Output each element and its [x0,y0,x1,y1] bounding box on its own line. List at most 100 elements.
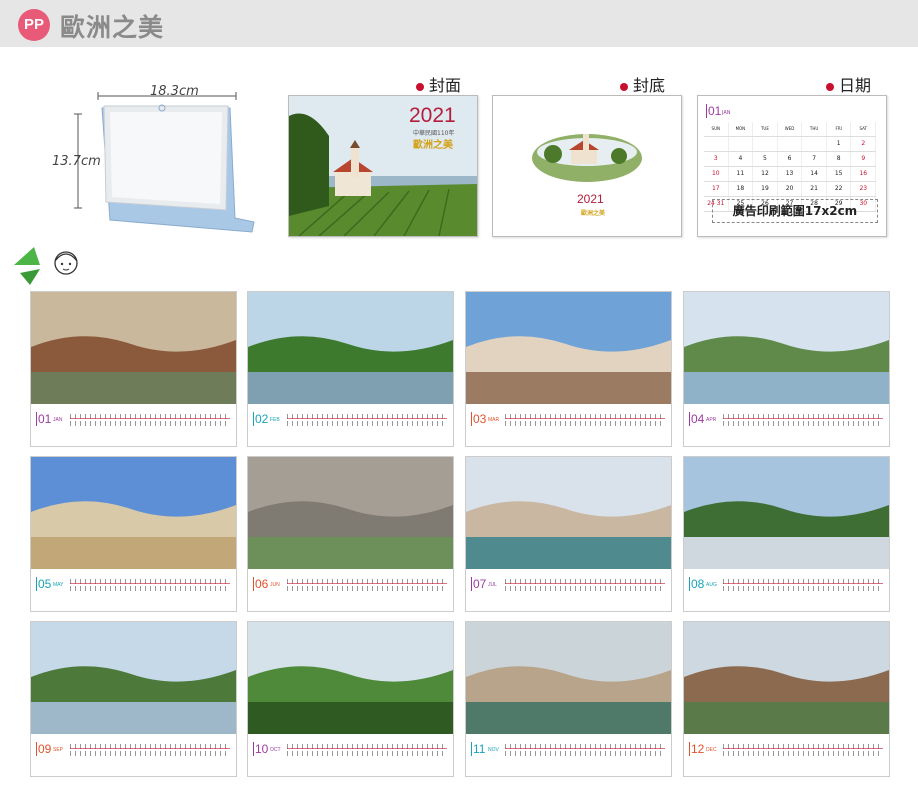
weekday-row: SUN MON TUE WED THU FRI SAT [704,122,877,137]
date-label: 日期 [826,72,871,96]
day-cell: 21 [802,182,827,196]
date-month-number: 01 [706,104,722,118]
month-days-row [505,575,665,595]
week-row: 10 11 12 13 14 15 16 [704,167,877,182]
back-preview[interactable]: 2021 歐洲之美 [492,95,682,237]
day-cell: 4 [729,152,754,166]
month-days-row [505,740,665,760]
month-photo [248,622,453,734]
day-cell: 10 [704,167,729,181]
month-strip: 05 MAY [36,575,230,595]
month-photo [248,292,453,404]
month-photo [684,622,889,734]
cover-preview[interactable]: 2021 中華民國110年 歐洲之美 [288,95,478,237]
month-photo [466,292,671,404]
day-cell: 9 [851,152,877,166]
month-card-nov[interactable]: 11 NOV [465,621,672,777]
day-cell [729,137,754,151]
month-strip: 10 OCT [253,740,447,760]
day-cell: 7 [802,152,827,166]
month-name: JAN [53,417,63,423]
cover-name: 歐洲之美 [413,140,453,151]
month-number: 02 [253,412,269,426]
month-card-feb[interactable]: 02 FEB [247,291,454,447]
month-number: 08 [689,577,705,591]
month-number: 05 [36,577,52,591]
month-number: 04 [689,412,705,426]
red-dot-icon [416,82,424,91]
day-cell: 5 [753,152,778,166]
month-name: MAY [53,582,64,588]
day-cell: 22 [827,182,852,196]
month-photo [31,292,236,404]
date-month-name: JAN [722,110,731,116]
month-photo [31,457,236,569]
month-photo [248,457,453,569]
week-row: 12 [704,137,877,152]
month-card-jan[interactable]: 01 JAN [30,291,237,447]
red-dot-icon [620,82,628,91]
month-name: OCT [270,747,281,753]
month-number: 07 [471,577,487,591]
month-name: JUL [488,582,497,588]
month-strip: 08 AUG [689,575,883,595]
month-name: MAR [488,417,500,423]
header-bar: PP 歐洲之美 [0,0,918,47]
day-cell: 8 [827,152,852,166]
month-days-row [70,410,230,430]
day-cell: 1 [827,137,852,151]
month-name: FEB [270,417,280,423]
weekday-label: MON [729,122,754,136]
month-name: APR [706,417,717,423]
cover-label: 封面 [416,72,461,96]
day-cell: 11 [729,167,754,181]
month-card-dec[interactable]: 12 DEC [683,621,890,777]
month-days-row [70,575,230,595]
width-dimension-label: 18.3cm [150,84,199,99]
month-name: NOV [488,747,499,753]
ad-print-area: 廣告印刷範圍17x2cm [712,199,878,223]
weekday-label: THU [802,122,827,136]
page-title: 歐洲之美 [60,13,165,42]
month-photo [466,457,671,569]
calendar-stand-illustration: 18.3cm 13.7cm [40,70,280,240]
month-name: SEP [53,747,64,753]
weekday-label: TUE [753,122,778,136]
month-card-sep[interactable]: 09 SEP [30,621,237,777]
day-cell: 20 [778,182,803,196]
back-label: 封底 [620,72,665,96]
month-strip: 11 NOV [471,740,665,760]
day-cell: 18 [729,182,754,196]
month-name: DEC [706,747,717,753]
day-cell: 17 [704,182,729,196]
back-name: 歐洲之美 [581,210,606,217]
week-row: 17 18 19 20 21 22 23 [704,182,877,197]
day-cell: 15 [827,167,852,181]
month-days-row [287,410,447,430]
day-cell: 3 [704,152,729,166]
month-card-jun[interactable]: 06 JUN [247,456,454,612]
day-cell [753,137,778,151]
month-number: 03 [471,412,487,426]
weekday-label: SAT [851,122,877,136]
cover-year: 2021 [409,104,456,127]
month-number: 10 [253,742,269,756]
month-card-aug[interactable]: 08 AUG [683,456,890,612]
red-dot-icon [826,82,834,91]
month-card-oct[interactable]: 10 OCT [247,621,454,777]
month-card-apr[interactable]: 04 APR [683,291,890,447]
month-card-mar[interactable]: 03 MAR [465,291,672,447]
month-days-row [723,410,883,430]
month-number: 11 [471,742,486,756]
day-cell: 23 [851,182,877,196]
day-cell [802,137,827,151]
month-strip: 07 JUL [471,575,665,595]
month-strip: 09 SEP [36,740,230,760]
date-preview[interactable]: 01 JAN SUN MON TUE WED THU FRI SAT 1 2 3 4 5 6 7 8 9 10 1… [697,95,887,237]
month-photo [31,622,236,734]
month-days-row [505,410,665,430]
month-days-row [70,740,230,760]
month-photo [466,622,671,734]
month-card-jul[interactable]: 07 JUL [465,456,672,612]
month-card-may[interactable]: 05 MAY [30,456,237,612]
